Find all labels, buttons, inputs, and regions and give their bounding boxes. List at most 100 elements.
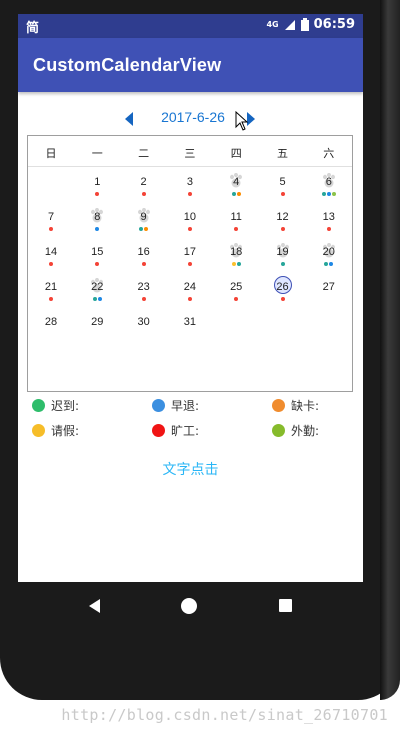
attendance-dot	[49, 227, 53, 231]
calendar-day-cell[interactable]: 3	[167, 173, 213, 207]
calendar-day-cell[interactable]: 10	[167, 208, 213, 242]
legend-color-dot	[32, 423, 45, 437]
recents-icon[interactable]	[279, 599, 292, 612]
mouse-pointer-icon	[235, 111, 249, 131]
calendar-day-cell[interactable]: 6	[306, 173, 352, 207]
attendance-dots	[213, 227, 259, 231]
attendance-dots	[121, 297, 167, 301]
watermark-text: http://blog.csdn.net/sinat_26710701	[61, 706, 388, 724]
day-number: 22	[91, 281, 104, 293]
calendar-day-cell[interactable]: 23	[121, 278, 167, 312]
day-number: 3	[186, 176, 193, 188]
legend-color-dot	[152, 398, 165, 412]
calendar-day-cell[interactable]: 25	[213, 278, 259, 312]
day-number: 7	[47, 211, 55, 223]
day-number: 17	[183, 246, 197, 258]
attendance-dot	[331, 192, 336, 196]
legend-color-dot	[32, 398, 45, 412]
calendar-day-cell[interactable]: 12	[260, 208, 306, 242]
weekday-label: 三	[184, 147, 196, 160]
weekday-label: 四	[230, 147, 242, 160]
legend-item: 请假:	[32, 421, 79, 439]
attendance-dots	[213, 262, 259, 266]
attendance-dot	[49, 262, 53, 266]
calendar-day-cell[interactable]: 1	[74, 173, 120, 207]
calendar-day-cell[interactable]: 8	[74, 208, 120, 242]
attendance-dot	[231, 192, 236, 196]
calendar-day-cell[interactable]: 22	[74, 278, 120, 312]
attendance-dots	[121, 192, 167, 196]
day-number: 18	[230, 246, 243, 258]
calendar-day-cell[interactable]: 11	[213, 208, 259, 242]
calendar-day-cell[interactable]: 17	[167, 243, 213, 277]
legend: 迟到: 早退: 缺卡: 请假: 旷工: 外勤:	[32, 396, 362, 456]
day-number: 21	[44, 281, 58, 293]
calendar-day-cell[interactable]: 15	[74, 243, 120, 277]
calendar-day-cell[interactable]: 9	[121, 208, 167, 242]
calendar-day-cell[interactable]: 28	[28, 313, 74, 347]
prev-month-button[interactable]	[125, 112, 133, 126]
calendar-grid: 日一二三四五六 1 2 3 4 5 6 7 8 9 10 11 12 13 14 15 16 17 18 19 20 2…	[27, 135, 353, 392]
attendance-dot	[187, 227, 192, 231]
day-number: 8	[94, 211, 101, 223]
day-number: 5	[279, 176, 286, 188]
calendar-day-cell[interactable]: 29	[74, 313, 120, 347]
attendance-dots	[260, 227, 306, 231]
calendar-day-cell[interactable]: 21	[28, 278, 74, 312]
phone-edge	[380, 0, 400, 700]
day-number: 6	[325, 176, 332, 188]
attendance-dot	[141, 192, 146, 196]
month-label: 2017-6-26	[161, 109, 225, 125]
attendance-dot	[97, 297, 102, 301]
attendance-dot	[141, 262, 146, 266]
signal-icon	[284, 19, 295, 30]
day-number: 28	[44, 316, 58, 328]
attendance-dots	[260, 192, 306, 196]
day-number: 10	[183, 211, 197, 223]
calendar-day-cell[interactable]: 20	[306, 243, 352, 277]
home-icon[interactable]	[181, 598, 197, 614]
attendance-dot	[321, 192, 326, 196]
calendar-day-cell[interactable]: 5	[260, 173, 306, 207]
day-number: 11	[230, 211, 242, 223]
attendance-dots	[167, 297, 213, 301]
calendar-day-cell[interactable]: 7	[28, 208, 74, 242]
calendar-day-cell[interactable]: 13	[306, 208, 352, 242]
calendar-day-cell[interactable]: 14	[28, 243, 74, 277]
calendar-day-cell[interactable]: 4	[213, 173, 259, 207]
day-number: 14	[44, 246, 58, 258]
day-number: 30	[137, 316, 150, 328]
calendar-day-cell[interactable]: 16	[121, 243, 167, 277]
attendance-dots	[260, 262, 306, 266]
day-number: 31	[183, 316, 197, 328]
calendar-day-cell[interactable]: 18	[213, 243, 259, 277]
attendance-dots	[28, 297, 74, 301]
day-number: 12	[276, 211, 289, 223]
legend-color-dot	[272, 398, 285, 412]
attendance-dot	[187, 297, 192, 301]
day-number: 16	[137, 246, 150, 258]
calendar-day-cell[interactable]: 24	[167, 278, 213, 312]
attendance-dots	[167, 192, 213, 196]
status-right: 4G 06:59	[266, 17, 355, 32]
text-click-button[interactable]: 文字点击	[18, 459, 363, 479]
calendar-day-cell[interactable]: 26	[260, 276, 306, 312]
clock: 06:59	[313, 17, 355, 32]
attendance-dots	[121, 262, 167, 266]
calendar-day-cell[interactable]: 19	[260, 243, 306, 277]
legend-item: 缺卡:	[272, 396, 319, 414]
legend-item: 迟到:	[32, 396, 79, 414]
calendar-day-cell[interactable]: 2	[121, 173, 167, 207]
attendance-dots	[306, 262, 352, 266]
calendar-day-cell[interactable]: 31	[167, 313, 213, 347]
weekday-label: 六	[323, 147, 335, 160]
back-icon[interactable]	[89, 599, 100, 613]
attendance-dot	[144, 227, 149, 231]
attendance-dot	[234, 227, 239, 231]
attendance-dot	[324, 262, 329, 266]
attendance-dots	[213, 297, 259, 301]
calendar-day-cell[interactable]: 27	[306, 278, 352, 312]
legend-label: 外勤:	[291, 423, 320, 438]
calendar-day-cell[interactable]: 30	[121, 313, 167, 347]
attendance-dots	[28, 262, 74, 266]
